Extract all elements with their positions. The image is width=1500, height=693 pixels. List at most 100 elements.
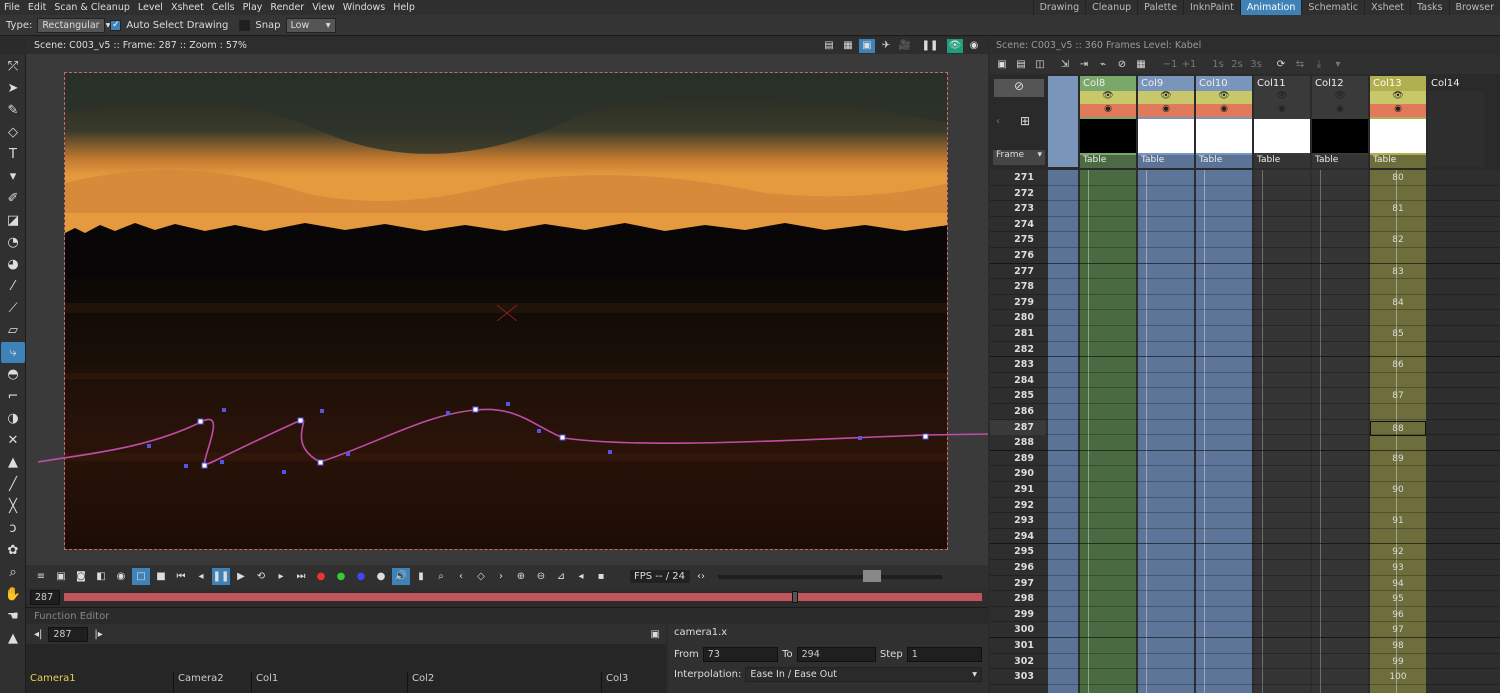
- camera-view-icon[interactable]: 🎥: [897, 39, 913, 53]
- prev-key-icon[interactable]: ◂|: [34, 629, 42, 640]
- step-field[interactable]: 1: [906, 646, 982, 662]
- cell-value[interactable]: 98: [1370, 639, 1426, 655]
- next-key-icon[interactable]: ›: [492, 568, 510, 585]
- from-field[interactable]: 73: [702, 646, 779, 662]
- xsheet-row[interactable]: 274: [990, 217, 1500, 233]
- fps-slider[interactable]: [718, 569, 942, 582]
- prev-column-icon[interactable]: ‹: [996, 116, 1000, 127]
- safe-area-icon[interactable]: ▤: [821, 39, 837, 53]
- field-guide-icon[interactable]: ▦: [840, 39, 856, 53]
- type-tool-icon[interactable]: T: [1, 144, 25, 165]
- reframe3-icon[interactable]: 3s: [1248, 57, 1264, 71]
- cell-value[interactable]: 90: [1370, 483, 1426, 499]
- no-icon[interactable]: ⊘: [1114, 57, 1130, 71]
- snapshot-icon[interactable]: ◙: [72, 568, 90, 585]
- camstand-toggle[interactable]: ◉: [1370, 104, 1426, 117]
- rgb-picker-tool-icon[interactable]: ⁄: [1, 276, 25, 297]
- fill-tool-icon[interactable]: ▾: [1, 166, 25, 187]
- room-tab-xsheet[interactable]: Xsheet: [1364, 0, 1410, 15]
- motion-path-tool-icon[interactable]: ⤷: [1, 342, 25, 363]
- next-key-icon[interactable]: |▸: [94, 629, 102, 640]
- fill-down-icon[interactable]: ⤓: [1311, 57, 1327, 71]
- hook-tool-icon[interactable]: ↄ: [1, 518, 25, 539]
- camstand-toggle[interactable]: ◉: [1138, 104, 1194, 117]
- function-column-camera1[interactable]: Camera1: [26, 672, 174, 693]
- duplicate-icon[interactable]: ▾: [1330, 57, 1346, 71]
- skeleton-tool-icon[interactable]: ╱: [1, 474, 25, 495]
- room-tab-tasks[interactable]: Tasks: [1410, 0, 1448, 15]
- cell-value[interactable]: 94: [1370, 577, 1426, 593]
- reframe2-icon[interactable]: 2s: [1229, 57, 1245, 71]
- xsheet-column-col7[interactable]: [1048, 76, 1078, 167]
- cell-value[interactable]: 85: [1370, 327, 1426, 343]
- new-toonz-level-icon[interactable]: ▤: [1013, 57, 1029, 71]
- camstand-toggle[interactable]: ◉: [1196, 104, 1252, 117]
- xsheet-column-col14[interactable]: Col14: [1428, 76, 1484, 167]
- cell-value[interactable]: 91: [1370, 514, 1426, 530]
- menu-windows[interactable]: Windows: [339, 2, 389, 13]
- menu-file[interactable]: File: [0, 2, 24, 13]
- room-tab-browser[interactable]: Browser: [1448, 0, 1500, 15]
- menu-help[interactable]: Help: [389, 2, 419, 13]
- room-tab-palette[interactable]: Palette: [1137, 0, 1183, 15]
- more-tools-icon[interactable]: ▲: [1, 628, 25, 649]
- interpolation-select[interactable]: Ease In / Ease Out ▾: [745, 666, 982, 682]
- save-icon[interactable]: ▣: [52, 568, 70, 585]
- pause-icon[interactable]: ❚❚: [212, 568, 230, 585]
- cell-value[interactable]: 88: [1370, 420, 1426, 437]
- cell-value[interactable]: 95: [1370, 592, 1426, 608]
- toggle-view-icon[interactable]: ▣: [651, 629, 660, 640]
- xsheet-row[interactable]: 280: [990, 310, 1500, 326]
- frame-field[interactable]: 287: [30, 590, 60, 605]
- cell-value[interactable]: 100: [1370, 670, 1426, 686]
- cell-value[interactable]: 87: [1370, 389, 1426, 405]
- xsheet-column-col12[interactable]: Col12 👁 ◉ Table: [1312, 76, 1368, 168]
- sound-icon[interactable]: 🔊: [392, 568, 410, 585]
- xsheet-row[interactable]: 292: [990, 498, 1500, 514]
- xsheet-row[interactable]: 278: [990, 279, 1500, 295]
- preview-toggle[interactable]: 👁: [1196, 91, 1252, 104]
- blue-channel-icon[interactable]: ●: [352, 568, 370, 585]
- control-point-editor-icon[interactable]: ⟋: [1, 298, 25, 319]
- zoom-out-icon[interactable]: ⊖: [532, 568, 550, 585]
- zoom-in-icon[interactable]: ⊕: [512, 568, 530, 585]
- cell-value[interactable]: 82: [1370, 233, 1426, 249]
- xsheet-row[interactable]: 282: [990, 342, 1500, 358]
- function-column-camera2[interactable]: Camera2: [174, 672, 252, 693]
- camstand-toggle[interactable]: ◉: [1312, 104, 1368, 117]
- cell-value[interactable]: 99: [1370, 655, 1426, 671]
- tracker-tool-icon[interactable]: ╳: [1, 496, 25, 517]
- function-column-col2[interactable]: Col2: [408, 672, 602, 693]
- levels-icon[interactable]: ▮: [412, 568, 430, 585]
- xsheet-column-col8[interactable]: Col8 👁 ◉ Table: [1080, 76, 1136, 168]
- preview-toggle[interactable]: 👁: [1080, 91, 1136, 104]
- frame-slider-handle[interactable]: [792, 591, 798, 603]
- black-bg-icon[interactable]: ■: [152, 568, 170, 585]
- xsheet-row[interactable]: 284: [990, 373, 1500, 389]
- cell-value[interactable]: 80: [1370, 171, 1426, 187]
- menu-render[interactable]: Render: [266, 2, 308, 13]
- menu-level[interactable]: Level: [134, 2, 167, 13]
- minus-one-icon[interactable]: −1: [1162, 57, 1178, 71]
- magnet-tool-icon[interactable]: ⌐: [1, 386, 25, 407]
- white-bg-icon[interactable]: □: [132, 568, 150, 585]
- compare-icon[interactable]: ◧: [92, 568, 110, 585]
- stop-icon[interactable]: ▪: [592, 568, 610, 585]
- frame-slider[interactable]: [64, 593, 982, 601]
- reset-icon[interactable]: ◂: [572, 568, 590, 585]
- reframe-icon[interactable]: ⇲: [1057, 57, 1073, 71]
- function-column-col3[interactable]: Col3: [602, 672, 666, 693]
- new-vector-level-icon[interactable]: ▣: [994, 57, 1010, 71]
- plastic-tool-icon[interactable]: ✿: [1, 540, 25, 561]
- cell-value[interactable]: 97: [1370, 623, 1426, 639]
- rotate-tool-icon[interactable]: ✋: [1, 584, 25, 605]
- scene-viewer[interactable]: [26, 54, 988, 565]
- room-tab-inknpaint[interactable]: InknPaint: [1183, 0, 1240, 15]
- flip-icon[interactable]: ⊿: [552, 568, 570, 585]
- prev-key-icon[interactable]: ‹: [452, 568, 470, 585]
- pump-tool-icon[interactable]: ◓: [1, 364, 25, 385]
- plus-one-icon[interactable]: +1: [1181, 57, 1197, 71]
- iron-tool-icon[interactable]: ✕: [1, 430, 25, 451]
- export-icon[interactable]: ⇥: [1076, 57, 1092, 71]
- fps-slider-handle[interactable]: [863, 569, 881, 582]
